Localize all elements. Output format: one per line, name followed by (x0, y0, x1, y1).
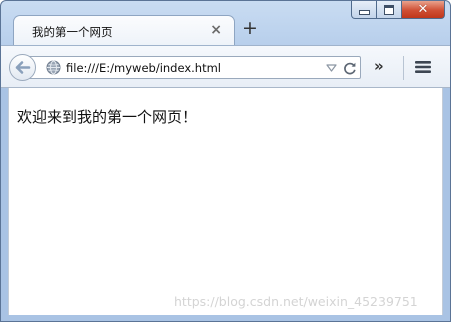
new-tab-button[interactable]: + (242, 19, 258, 38)
url-text[interactable]: file:///E:/myweb/index.html (66, 61, 221, 75)
minimize-icon (358, 10, 370, 15)
close-icon: ✕ (417, 2, 429, 17)
history-dropdown-icon[interactable] (326, 62, 337, 73)
browser-window: ✕ 我的第一个网页 × + file:///E:/myweb/index.htm… (0, 0, 451, 322)
hamburger-menu-icon[interactable] (415, 60, 431, 74)
watermark-text: https://blog.csdn.net/weixin_45239751 (174, 294, 418, 309)
toolbar-separator (403, 56, 404, 80)
minimize-button[interactable] (351, 1, 377, 19)
tab-close-icon[interactable]: × (210, 22, 222, 38)
maximize-icon (384, 4, 394, 15)
tab-title: 我的第一个网页 (32, 25, 113, 39)
window-controls: ✕ (351, 1, 445, 20)
page-heading-text: 欢迎来到我的第一个网页！ (17, 108, 198, 126)
window-close-button[interactable]: ✕ (402, 1, 445, 19)
toolbar-overflow-button[interactable]: » (374, 58, 384, 74)
back-button[interactable] (9, 54, 36, 81)
address-bar[interactable]: file:///E:/myweb/index.html (25, 56, 361, 79)
reload-icon[interactable] (343, 61, 357, 75)
page-content: 欢迎来到我的第一个网页！ (8, 88, 443, 315)
tab-active[interactable]: 我的第一个网页 × (13, 15, 235, 45)
globe-icon (46, 60, 61, 75)
back-arrow-icon (15, 61, 31, 74)
maximize-button[interactable] (377, 1, 402, 19)
navigation-toolbar: file:///E:/myweb/index.html » (1, 45, 450, 88)
